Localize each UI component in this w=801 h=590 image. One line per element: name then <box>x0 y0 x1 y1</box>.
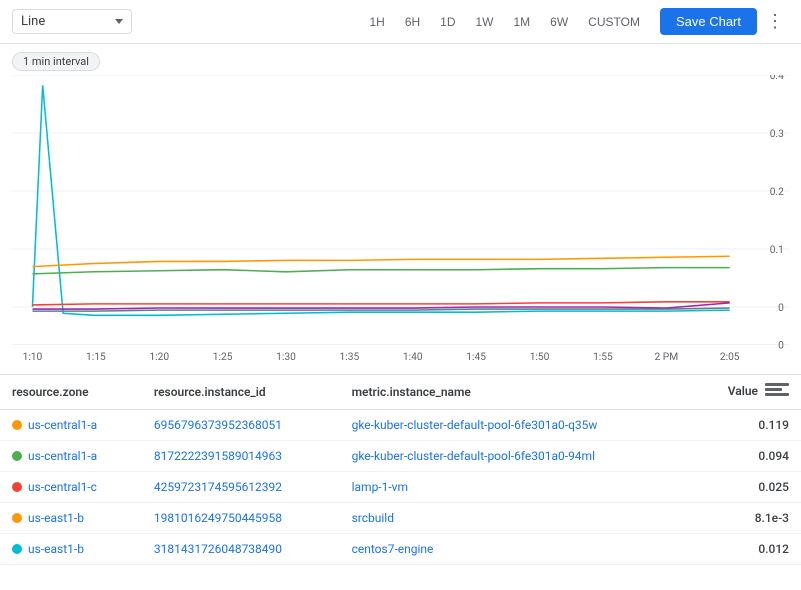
svg-text:1:15: 1:15 <box>86 350 106 363</box>
series-color-dot <box>12 482 22 492</box>
chart-type-label: Line <box>21 14 109 29</box>
zone-cell: us-east1-b <box>0 503 142 534</box>
zone-link[interactable]: us-east1-b <box>28 511 84 525</box>
time-btn-1m[interactable]: 1M <box>506 11 539 33</box>
svg-text:1:55: 1:55 <box>593 350 613 363</box>
svg-text:0.2: 0.2 <box>770 185 784 198</box>
data-table: resource.zone resource.instance_id metri… <box>0 374 801 590</box>
chevron-down-icon <box>115 19 123 24</box>
instance-name-link[interactable]: centos7-engine <box>352 542 434 556</box>
svg-text:1:20: 1:20 <box>149 350 169 363</box>
value-cell: 0.119 <box>690 410 801 441</box>
more-options-button[interactable]: ⋮ <box>761 8 789 36</box>
time-btn-1d[interactable]: 1D <box>432 11 463 33</box>
table-row: us-east1-b 3181431726048738490 centos7-eng… <box>0 534 801 565</box>
chart-area: 1 min interval 0.4 0.3 0.2 0.1 0 0 1:10 … <box>0 44 801 374</box>
instance-id-cell: 6956796373952368051 <box>142 410 340 441</box>
instance-id-link[interactable]: 6956796373952368051 <box>154 418 282 432</box>
svg-text:1:10: 1:10 <box>23 350 43 363</box>
time-btn-6w[interactable]: 6W <box>542 11 576 33</box>
zone-cell: us-central1-a <box>0 441 142 472</box>
table-row: us-central1-a 6956796373952368051 gke-kube… <box>0 410 801 441</box>
sort-icon[interactable] <box>765 383 789 401</box>
svg-text:2:05: 2:05 <box>720 350 740 363</box>
table-row: us-east1-b 1981016249750445958 srcbuild 8.1… <box>0 503 801 534</box>
interval-badge: 1 min interval <box>12 52 100 71</box>
svg-text:0.3: 0.3 <box>770 127 784 140</box>
time-controls: 1H 6H 1D 1W 1M 6W CUSTOM Save Chart ⋮ <box>361 8 789 36</box>
svg-text:1:35: 1:35 <box>340 350 360 363</box>
value-cell: 8.1e-3 <box>690 503 801 534</box>
svg-text:1:40: 1:40 <box>403 350 423 363</box>
col-instance-id: resource.instance_id <box>142 375 340 410</box>
table-row: us-central1-c 4259723174595612392 lamp-1-v… <box>0 472 801 503</box>
zone-cell: us-central1-c <box>0 472 142 503</box>
svg-text:1:30: 1:30 <box>276 350 296 363</box>
instance-name-cell: gke-kuber-cluster-default-pool-6fe301a0-… <box>340 441 691 472</box>
instance-id-cell: 3181431726048738490 <box>142 534 340 565</box>
instance-name-link[interactable]: lamp-1-vm <box>352 480 408 494</box>
time-btn-1w[interactable]: 1W <box>468 11 502 33</box>
instance-id-cell: 1981016249750445958 <box>142 503 340 534</box>
instance-name-cell: gke-kuber-cluster-default-pool-6fe301a0-… <box>340 410 691 441</box>
chart-svg: 0.4 0.3 0.2 0.1 0 0 1:10 1:15 1:20 1:25 … <box>12 75 789 365</box>
svg-text:0.4: 0.4 <box>770 75 784 82</box>
series-color-dot <box>12 451 22 461</box>
instance-id-link[interactable]: 3181431726048738490 <box>154 542 282 556</box>
save-chart-button[interactable]: Save Chart <box>660 8 757 35</box>
instance-name-link[interactable]: gke-kuber-cluster-default-pool-6fe301a0-… <box>352 449 595 463</box>
instance-id-link[interactable]: 4259723174595612392 <box>154 480 282 494</box>
svg-text:1:25: 1:25 <box>213 350 233 363</box>
instance-name-link[interactable]: srcbuild <box>352 511 394 525</box>
svg-text:2 PM: 2 PM <box>654 350 678 363</box>
series-color-dot <box>12 544 22 554</box>
svg-text:1:50: 1:50 <box>530 350 550 363</box>
col-zone: resource.zone <box>0 375 142 410</box>
value-cell: 0.094 <box>690 441 801 472</box>
zone-link[interactable]: us-east1-b <box>28 542 84 556</box>
value-cell: 0.025 <box>690 472 801 503</box>
col-instance-name: metric.instance_name <box>340 375 691 410</box>
zone-cell: us-central1-a <box>0 410 142 441</box>
more-icon: ⋮ <box>766 11 784 32</box>
col-value: Value <box>690 375 801 410</box>
chart-svg-wrapper[interactable]: 0.4 0.3 0.2 0.1 0 0 1:10 1:15 1:20 1:25 … <box>12 75 789 365</box>
instance-name-cell: srcbuild <box>340 503 691 534</box>
zone-cell: us-east1-b <box>0 534 142 565</box>
table-header-row: resource.zone resource.instance_id metri… <box>0 375 801 410</box>
instance-id-link[interactable]: 1981016249750445958 <box>154 511 282 525</box>
time-btn-1h[interactable]: 1H <box>361 11 392 33</box>
instance-id-cell: 4259723174595612392 <box>142 472 340 503</box>
instance-name-link[interactable]: gke-kuber-cluster-default-pool-6fe301a0-… <box>352 418 598 432</box>
series-color-dot <box>12 513 22 523</box>
svg-text:0: 0 <box>778 338 784 351</box>
chart-type-dropdown[interactable]: Line <box>12 9 132 34</box>
table-row: us-central1-a 8172222391589014963 gke-kube… <box>0 441 801 472</box>
series-color-dot <box>12 420 22 430</box>
time-btn-custom[interactable]: CUSTOM <box>580 11 648 33</box>
svg-text:0.1: 0.1 <box>770 243 784 256</box>
chart-header: Line 1H 6H 1D 1W 1M 6W CUSTOM Save Chart… <box>0 0 801 44</box>
instance-name-cell: centos7-engine <box>340 534 691 565</box>
zone-link[interactable]: us-central1-c <box>28 480 97 494</box>
value-cell: 0.012 <box>690 534 801 565</box>
zone-link[interactable]: us-central1-a <box>28 418 97 432</box>
instance-id-cell: 8172222391589014963 <box>142 441 340 472</box>
instance-name-cell: lamp-1-vm <box>340 472 691 503</box>
svg-text:0: 0 <box>778 301 784 314</box>
svg-text:1:45: 1:45 <box>466 350 486 363</box>
instance-id-link[interactable]: 8172222391589014963 <box>154 449 282 463</box>
time-btn-6h[interactable]: 6H <box>397 11 428 33</box>
zone-link[interactable]: us-central1-a <box>28 449 97 463</box>
